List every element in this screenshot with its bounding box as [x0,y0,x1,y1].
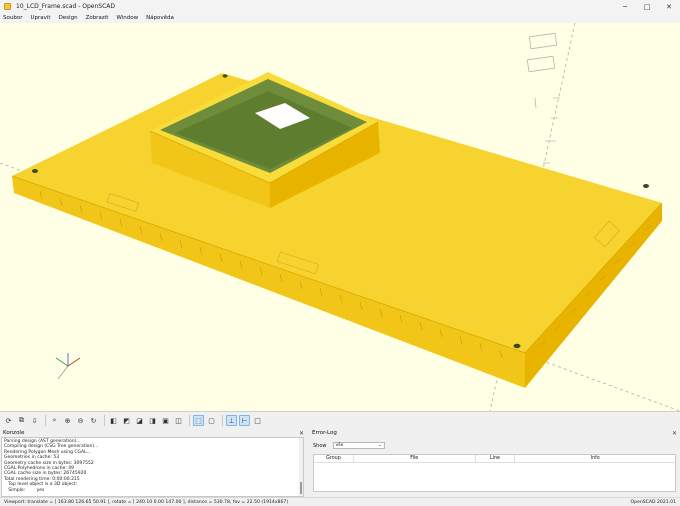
toolbar-separator [104,415,105,426]
console-output[interactable]: Parsing design (AST generation)... Compi… [1,437,304,497]
show-filter-select[interactable]: vše ⌄ [332,442,385,449]
view-left-icon[interactable]: ◨ [147,415,158,426]
zoom-in-icon[interactable]: ⊕ [62,415,73,426]
chevron-down-icon: ⌄ [377,443,382,448]
error-log-header: Error-Log ✕ [309,429,680,437]
console-line: Simple: yes [4,487,45,493]
status-bar: Viewport: translate = [ 163.80 126.65 50… [0,497,680,506]
maximize-button[interactable]: □ [636,0,658,13]
window-controls: ─ □ ✕ [614,0,680,13]
view-top-icon[interactable]: ◩ [121,415,132,426]
title-bar: 10_LCD_Frame.scad - OpenSCAD ─ □ ✕ [0,0,680,13]
error-log-table-header: Group File Line Info [314,455,675,463]
close-button[interactable]: ✕ [658,0,680,13]
error-log-close-icon[interactable]: ✕ [672,430,677,437]
menu-edit[interactable]: Upravit [30,15,50,21]
version-label: OpenSCAD 2021.01 [630,499,676,505]
axes-gizmo [55,353,81,380]
menu-design[interactable]: Design [59,15,78,21]
toolbar-separator [222,415,223,426]
column-group[interactable]: Group [314,455,354,462]
minimize-button[interactable]: ─ [614,0,636,13]
toolbar-separator [189,415,190,426]
viewport-canvas [0,23,680,411]
mounting-hole [643,184,649,188]
window-title: 10_LCD_Frame.scad - OpenSCAD [16,3,116,10]
menu-window[interactable]: Window [116,15,138,21]
console-scrollbar[interactable] [299,438,303,496]
bottom-panes: Konzole ✕ Parsing design (AST generation… [0,429,680,497]
menu-bar: Soubor Upravit Design Zobrazit Window Ná… [0,13,680,23]
view-bottom-icon[interactable]: ◪ [134,415,145,426]
3d-viewport[interactable] [0,23,680,411]
reset-view-icon[interactable]: ↻ [88,415,99,426]
zoom-all-icon[interactable]: ⌕ [49,415,60,426]
console-scroll-thumb[interactable] [300,482,302,494]
show-label: Show [313,442,327,449]
mounting-hole [513,343,521,349]
show-scale-icon[interactable]: ⊢ [239,415,250,426]
view-right-icon[interactable]: ◧ [108,415,119,426]
toolbar-separator [45,415,46,426]
view-front-icon[interactable]: ▣ [160,415,171,426]
error-log-table: Group File Line Info [313,454,676,492]
render-icon[interactable]: ⧉ [16,415,27,426]
show-edges-icon[interactable]: □ [252,415,263,426]
column-file[interactable]: File [354,455,476,462]
menu-file[interactable]: Soubor [3,15,22,21]
console-close-icon[interactable]: ✕ [299,430,304,437]
column-line[interactable]: Line [476,455,516,462]
console-title: Konzole [3,430,25,436]
console-header: Konzole ✕ [0,429,307,437]
orthogonal-icon[interactable]: ▢ [206,415,217,426]
preview-icon[interactable]: ⟳ [3,415,14,426]
viewport-status: Viewport: translate = [ 163.80 126.65 50… [4,499,289,505]
mounting-hole [222,74,228,78]
error-log-title: Error-Log [312,430,337,436]
show-filter-value: vše [335,443,344,448]
error-log-filter: Show vše ⌄ [313,442,385,449]
axis-number-glyphs [526,32,558,109]
stl-export-icon[interactable]: ⇩ [29,415,40,426]
show-axes-icon[interactable]: ⊥ [226,415,237,426]
column-info[interactable]: Info [515,455,675,462]
mounting-hole [32,169,38,173]
menu-help[interactable]: Nápověda [146,15,174,21]
view-toolbar: ⟳ ⧉ ⇩ ⌕ ⊕ ⊖ ↻ ◧ ◩ ◪ ◨ ▣ ◫ ⬚ ▢ ⊥ ⊢ □ [0,411,680,429]
openscad-app-icon [4,3,11,10]
perspective-icon[interactable]: ⬚ [193,415,204,426]
view-back-icon[interactable]: ◫ [173,415,184,426]
zoom-out-icon[interactable]: ⊖ [75,415,86,426]
console-pane: Konzole ✕ Parsing design (AST generation… [0,429,307,497]
error-log-pane: Error-Log ✕ Show vše ⌄ Group File Line I… [309,429,680,497]
menu-view[interactable]: Zobrazit [86,15,109,21]
